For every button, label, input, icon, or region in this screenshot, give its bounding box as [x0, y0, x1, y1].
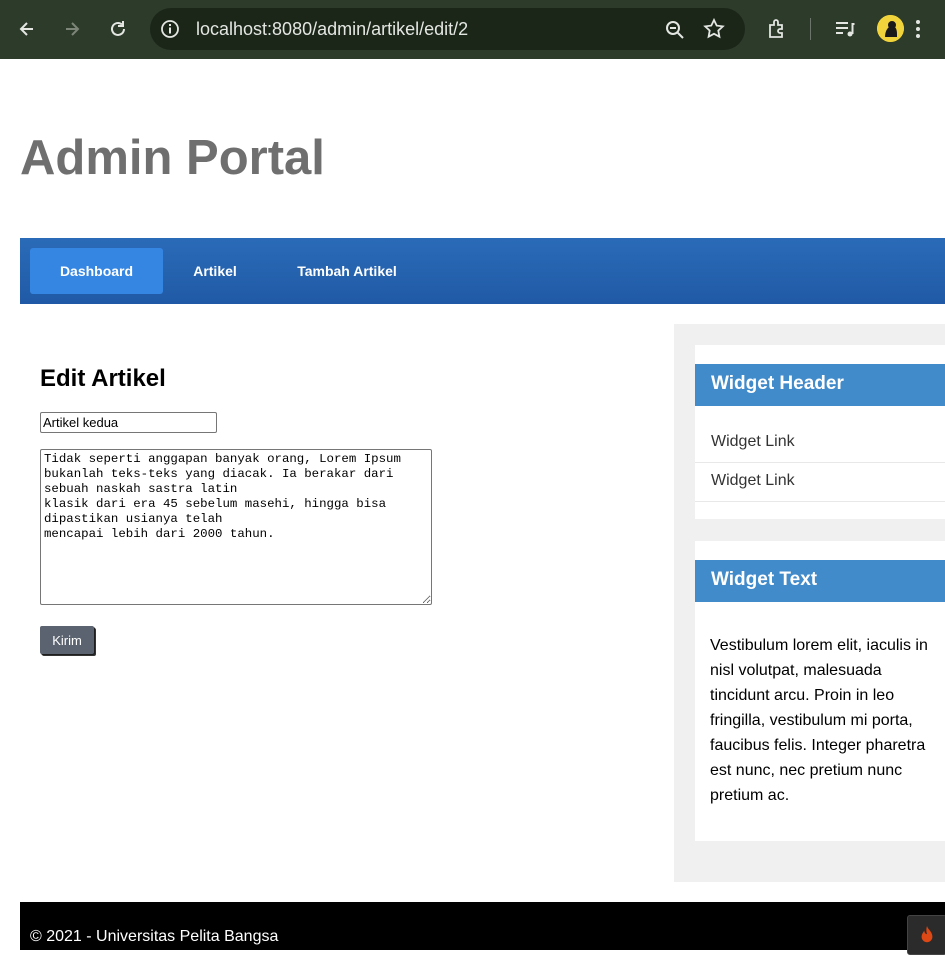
- submit-button[interactable]: Kirim: [40, 626, 94, 654]
- address-bar[interactable]: localhost:8080/admin/artikel/edit/2: [150, 8, 745, 50]
- browser-menu-icon[interactable]: [913, 18, 923, 40]
- footer-copyright: © 2021 - Universitas Pelita Bangsa: [30, 928, 279, 945]
- url-text[interactable]: localhost:8080/admin/artikel/edit/2: [196, 19, 468, 40]
- reload-button[interactable]: [103, 14, 133, 44]
- flame-icon: [921, 926, 933, 943]
- nav-tambah-artikel[interactable]: Tambah Artikel: [267, 248, 427, 294]
- back-arrow-icon: [19, 22, 33, 36]
- main-navbar: Dashboard Artikel Tambah Artikel: [20, 238, 945, 304]
- widget-text: Widget Text Vestibulum lorem elit, iacul…: [695, 541, 945, 841]
- nav-dashboard[interactable]: Dashboard: [30, 248, 163, 294]
- widget-text-title: Widget Text: [695, 560, 945, 602]
- widget-text-body: Vestibulum lorem elit, iaculis in nisl v…: [710, 637, 928, 804]
- avatar-image-icon: [877, 15, 904, 42]
- widget-links: Widget Header Widget Link Widget Link: [695, 345, 945, 519]
- sidebar: Widget Header Widget Link Widget Link Wi…: [674, 324, 945, 882]
- forward-button[interactable]: [57, 14, 87, 44]
- form-heading: Edit Artikel: [40, 365, 166, 392]
- profile-avatar[interactable]: [877, 15, 904, 42]
- main-content: Edit Artikel Tidak seperti anggapan bany…: [20, 304, 674, 882]
- widget-link[interactable]: Widget Link: [695, 424, 945, 463]
- content-textarea[interactable]: Tidak seperti anggapan banyak orang, Lor…: [40, 449, 432, 605]
- reload-icon: [111, 21, 125, 36]
- widget-link[interactable]: Widget Link: [695, 463, 945, 502]
- media-control-icon[interactable]: [833, 17, 857, 41]
- nav-artikel[interactable]: Artikel: [163, 248, 267, 294]
- zoom-icon[interactable]: [664, 19, 686, 41]
- title-input[interactable]: [40, 412, 217, 433]
- debug-toolbar-button[interactable]: [907, 915, 945, 955]
- toolbar-separator: [810, 18, 811, 40]
- bookmark-star-icon[interactable]: [703, 18, 725, 40]
- forward-arrow-icon: [66, 22, 80, 36]
- back-button[interactable]: [12, 14, 42, 44]
- page-title: Admin Portal: [20, 131, 325, 185]
- browser-toolbar: localhost:8080/admin/artikel/edit/2: [0, 0, 945, 59]
- widget-header-title: Widget Header: [695, 364, 945, 406]
- site-info-icon[interactable]: [160, 19, 180, 39]
- footer: © 2021 - Universitas Pelita Bangsa: [20, 902, 945, 955]
- extensions-icon[interactable]: [766, 17, 790, 41]
